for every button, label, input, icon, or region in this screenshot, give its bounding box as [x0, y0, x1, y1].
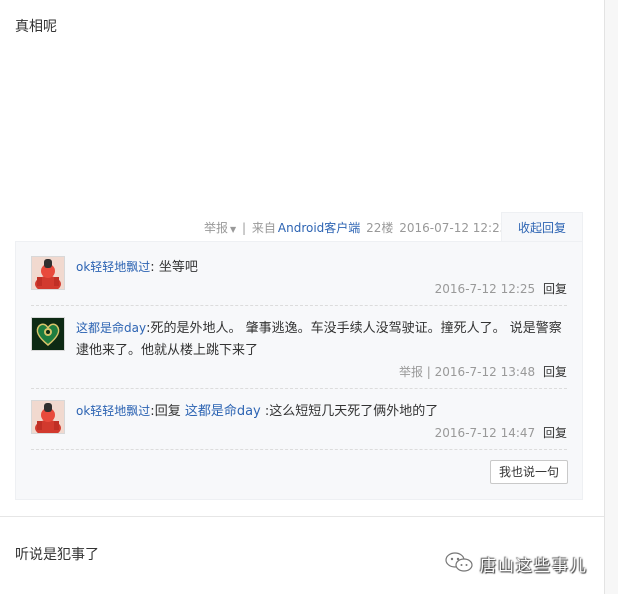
reply-username[interactable]: 这都是命day: [76, 321, 146, 335]
wechat-icon: [444, 550, 474, 578]
report-link[interactable]: 举报 ▼: [202, 221, 236, 235]
reply-divider: [31, 449, 567, 450]
user-avatar-red-icon[interactable]: [31, 400, 65, 434]
list-item: ok轻轻地飘过:回复 这都是命day :这么短短几天死了俩外地的了 2016-7…: [31, 400, 567, 444]
collapse-replies-button[interactable]: 收起回复: [501, 212, 583, 242]
reply-text: :这么短短几天死了俩外地的了: [264, 404, 439, 419]
reply-time: 2016-7-12 13:48: [434, 365, 536, 379]
reply-meta: 举报 | 2016-7-12 13:48 回复: [399, 363, 567, 380]
reply-prefix: 回复: [154, 404, 181, 419]
page-scroll-gutter[interactable]: [605, 0, 618, 594]
reply-panel: ok轻轻地飘过: 坐等吧 2016-7-12 12:25 回复 这都是命day:…: [15, 241, 583, 500]
reply-meta: 2016-7-12 12:25 回复: [435, 280, 567, 297]
post-content-text: 听说是犯事了: [15, 547, 99, 563]
source-client-link[interactable]: Android客户端: [278, 221, 360, 235]
post-tail-bar: 举报 ▼ | 来自 Android客户端 22楼 2016-07-12 12:23: [200, 219, 507, 235]
list-item: 这都是命day:死的是外地人。 肇事逃逸。车没手续人没驾驶证。撞死人了。 说是警…: [31, 317, 567, 383]
post-time: 2016-07-12 12:23: [399, 221, 508, 235]
add-comment-button[interactable]: 我也说一句: [490, 460, 568, 484]
source-prefix: 来自: [251, 221, 276, 235]
reply-divider: [31, 305, 567, 306]
reply-meta: 2016-7-12 14:47 回复: [435, 424, 567, 441]
reply-content: ok轻轻地飘过: 坐等吧: [76, 260, 198, 275]
reply-button[interactable]: 回复: [543, 426, 567, 440]
reply-username[interactable]: ok轻轻地飘过: [76, 260, 150, 274]
reply-time: 2016-7-12 14:47: [434, 426, 536, 440]
list-item: ok轻轻地飘过: 坐等吧 2016-7-12 12:25 回复: [31, 256, 567, 300]
reply-text: 坐等吧: [158, 260, 198, 275]
reply-button[interactable]: 回复: [543, 282, 567, 296]
post-separator: [0, 516, 604, 517]
reply-content: 这都是命day:死的是外地人。 肇事逃逸。车没手续人没驾驶证。撞死人了。 说是警…: [76, 321, 562, 358]
reply-divider: [31, 388, 567, 389]
meta-separator: |: [426, 365, 431, 379]
post-content-text: 真相呢: [15, 19, 57, 35]
reply-time: 2016-7-12 12:25: [434, 282, 536, 296]
reply-button[interactable]: 回复: [543, 365, 567, 379]
user-avatar-red-icon[interactable]: [31, 256, 65, 290]
quoted-username[interactable]: 这都是命day: [185, 404, 261, 419]
reply-content: ok轻轻地飘过:回复 这都是命day :这么短短几天死了俩外地的了: [76, 404, 439, 419]
reply-username[interactable]: ok轻轻地飘过: [76, 404, 150, 418]
watermark: 唐山这些事儿: [444, 550, 588, 578]
floor-number: 22楼: [366, 221, 394, 235]
dropdown-arrow-icon: ▼: [230, 225, 237, 234]
user-avatar-green-emblem-icon[interactable]: [31, 317, 65, 351]
report-link[interactable]: 举报: [399, 365, 423, 379]
watermark-text: 唐山这些事儿: [480, 556, 589, 575]
tail-separator: |: [242, 221, 247, 235]
